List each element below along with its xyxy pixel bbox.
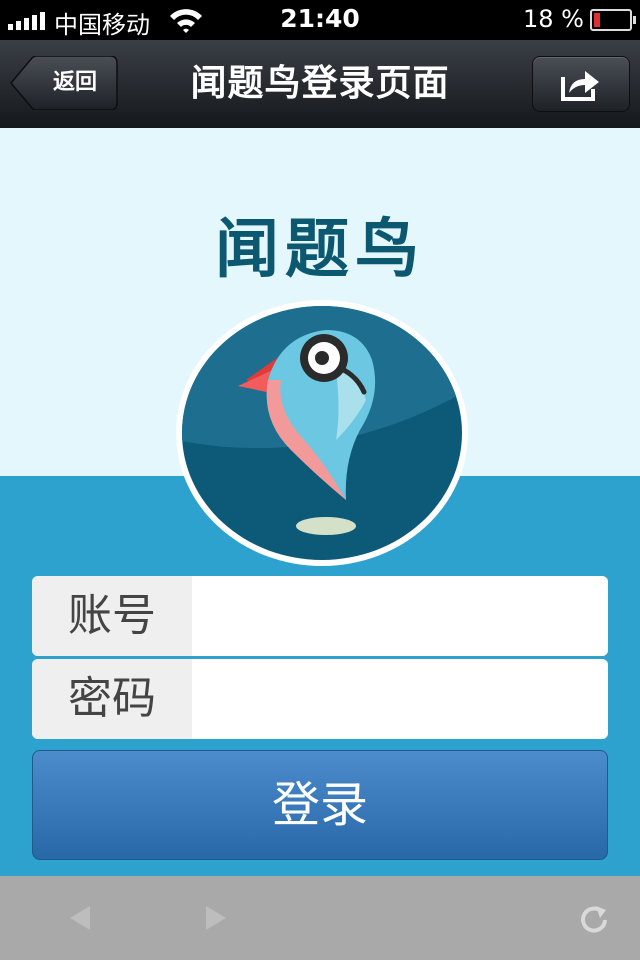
back-button-label: 返回 (52, 70, 97, 95)
browser-toolbar (0, 876, 640, 960)
login-page: 闻题鸟 账号 密码 登录 (0, 128, 640, 876)
account-label: 账号 (32, 576, 192, 656)
back-button[interactable]: 返回 (10, 56, 118, 110)
app-name: 闻题鸟 (215, 212, 425, 287)
forward-arrow-icon[interactable] (200, 902, 232, 934)
account-input[interactable] (192, 576, 608, 656)
battery-icon (590, 9, 636, 31)
refresh-icon[interactable] (578, 902, 610, 934)
password-label: 密码 (32, 659, 192, 739)
battery-percent: 18 % (523, 5, 584, 33)
bird-logo-icon (176, 300, 468, 566)
navigation-bar: 返回 闻题鸟登录页面 (0, 40, 640, 129)
share-icon (561, 71, 599, 101)
status-bar: 中国移动 21:40 18 % (0, 0, 640, 40)
back-arrow-icon[interactable] (64, 902, 96, 934)
share-button[interactable] (532, 56, 630, 112)
password-row: 密码 (32, 659, 608, 739)
login-form: 账号 密码 (32, 576, 608, 742)
page-title: 闻题鸟登录页面 (190, 63, 450, 104)
password-input[interactable] (192, 659, 608, 739)
account-row: 账号 (32, 576, 608, 656)
login-button[interactable]: 登录 (32, 750, 608, 860)
